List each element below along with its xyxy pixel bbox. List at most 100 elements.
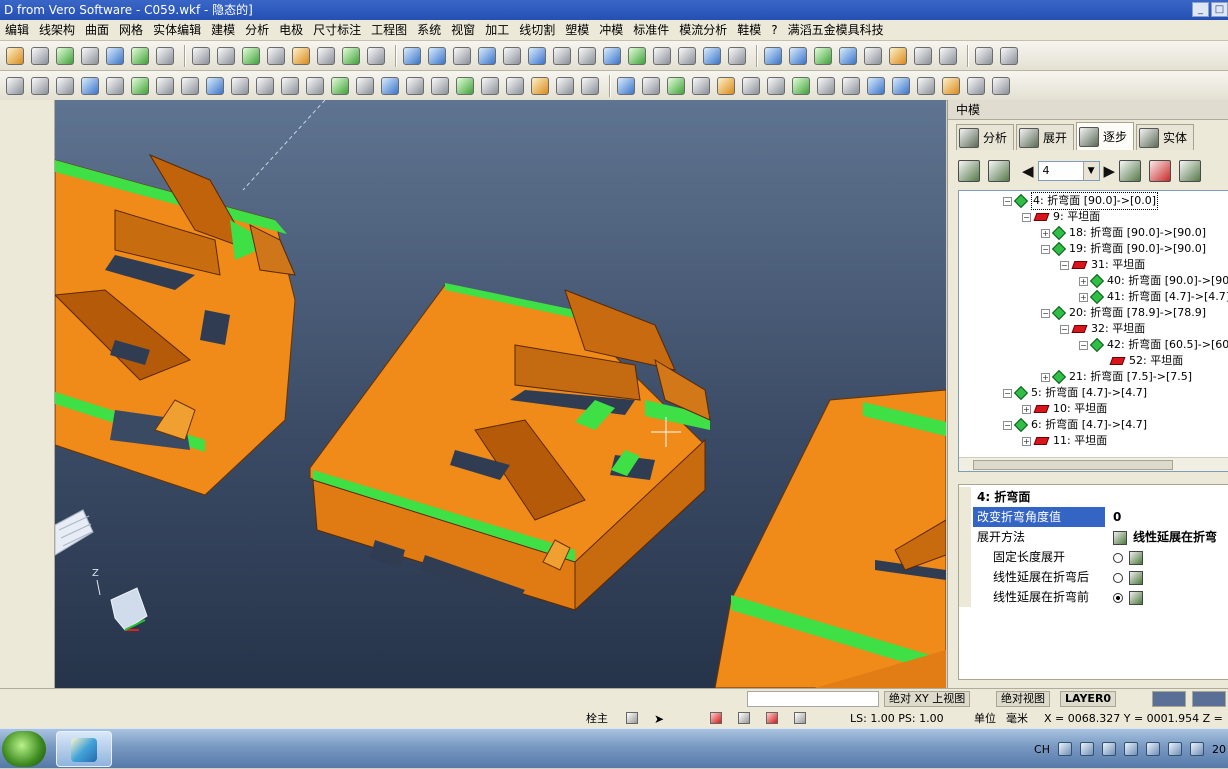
- toolbar-tool-icon[interactable]: [975, 46, 993, 65]
- step-back-icon[interactable]: [988, 160, 1010, 182]
- menu-item[interactable]: 曲面: [80, 20, 114, 41]
- step-forward-icon[interactable]: [1119, 160, 1142, 182]
- step-options-icon[interactable]: [1179, 160, 1202, 182]
- toolbar-tool-icon[interactable]: [942, 76, 960, 95]
- prop-header-row[interactable]: 4: 折弯面: [959, 487, 1228, 507]
- toolbar-tool-icon[interactable]: [503, 46, 521, 65]
- model-canvas[interactable]: Z: [55, 100, 946, 688]
- expand-icon[interactable]: +: [1079, 276, 1088, 286]
- snap-off-icon[interactable]: [710, 712, 722, 724]
- unit-value[interactable]: 毫米: [1006, 711, 1028, 727]
- tree-node[interactable]: +11: 平坦面: [1022, 433, 1107, 449]
- volume-icon[interactable]: [1190, 742, 1204, 756]
- toolbar-tool-icon[interactable]: [767, 76, 785, 95]
- toolbar-tool-icon[interactable]: [131, 76, 149, 95]
- tree-node[interactable]: − 20: 折弯面 [78.9]->[78.9]: [1041, 305, 1206, 321]
- flag-icon[interactable]: [1102, 742, 1116, 756]
- option-radio-2[interactable]: [1113, 592, 1123, 603]
- maximize-button[interactable]: □: [1211, 2, 1228, 17]
- expand-icon[interactable]: +: [1079, 292, 1088, 302]
- menu-item[interactable]: ?: [766, 20, 782, 41]
- tree-node[interactable]: − 31: 平坦面: [1060, 257, 1145, 273]
- network-icon[interactable]: [1168, 742, 1182, 756]
- tab-step[interactable]: 逐步: [1076, 122, 1135, 150]
- step-select[interactable]: 4 ▼: [1037, 161, 1100, 181]
- expand-icon[interactable]: +: [1041, 372, 1050, 382]
- collapse-icon[interactable]: −: [1079, 340, 1088, 350]
- expand-icon[interactable]: +: [1022, 404, 1031, 414]
- toolbar-tool-icon[interactable]: [892, 76, 910, 95]
- toolbar-tool-icon[interactable]: [839, 46, 857, 65]
- toolbar-tool-icon[interactable]: [317, 46, 335, 65]
- tree-node[interactable]: +18: 折弯面 [90.0]->[90.0]: [1041, 225, 1206, 241]
- toolbar-tool-icon[interactable]: [403, 46, 421, 65]
- toolbar-tool-icon[interactable]: [967, 76, 985, 95]
- toolbar-tool-icon[interactable]: [817, 76, 835, 95]
- toolbar-tool-icon[interactable]: [603, 46, 621, 65]
- menu-item[interactable]: 视窗: [446, 20, 480, 41]
- grid-icon[interactable]: [626, 712, 638, 724]
- toolbar-tool-icon[interactable]: [306, 76, 324, 95]
- toolbar-tool-icon[interactable]: [528, 46, 546, 65]
- toolbar-tool-icon[interactable]: [617, 76, 635, 95]
- tab-solid[interactable]: 实体: [1136, 124, 1195, 150]
- toolbar-tool-icon[interactable]: [678, 46, 696, 65]
- toolbar-tool-icon[interactable]: [1000, 46, 1018, 65]
- toolbar-tool-icon[interactable]: [453, 46, 471, 65]
- tree-node[interactable]: +10: 平坦面: [1022, 401, 1107, 417]
- menu-item[interactable]: 系统: [412, 20, 446, 41]
- collapse-icon[interactable]: −: [1041, 244, 1050, 254]
- menu-item[interactable]: 标准件: [628, 20, 674, 41]
- tree-node[interactable]: − 19: 折弯面 [90.0]->[90.0]: [1041, 241, 1206, 257]
- toolbar-tool-icon[interactable]: [478, 46, 496, 65]
- toolbar-tool-icon[interactable]: [481, 76, 499, 95]
- toolbar-tool-icon[interactable]: [106, 46, 124, 65]
- menu-item[interactable]: 线架构: [34, 20, 80, 41]
- chevron-down-icon[interactable]: ▼: [1082, 162, 1099, 180]
- menu-item[interactable]: 冲模: [594, 20, 628, 41]
- color-swatch[interactable]: [1192, 691, 1226, 707]
- color-swatch[interactable]: [1152, 691, 1186, 707]
- toolbar-tool-icon[interactable]: [6, 76, 24, 95]
- toolbar-tool-icon[interactable]: [914, 46, 932, 65]
- toolbar-tool-icon[interactable]: [842, 76, 860, 95]
- menu-item[interactable]: 编辑: [0, 20, 34, 41]
- collapse-icon[interactable]: −: [1003, 196, 1012, 206]
- filter-icon[interactable]: [766, 712, 778, 724]
- menu-item[interactable]: 加工: [480, 20, 514, 41]
- tab-unfold[interactable]: 展开: [1016, 124, 1075, 150]
- shield-icon[interactable]: [1124, 742, 1138, 756]
- toolbar-tool-icon[interactable]: [181, 76, 199, 95]
- command-input[interactable]: [747, 691, 879, 707]
- tree-node[interactable]: 52: 平坦面: [1098, 353, 1183, 369]
- toolbar-tool-icon[interactable]: [792, 76, 810, 95]
- toolbar-tool-icon[interactable]: [231, 76, 249, 95]
- collapse-icon[interactable]: −: [1060, 260, 1069, 270]
- toolbar-tool-icon[interactable]: [81, 46, 99, 65]
- scrollbar-thumb[interactable]: [973, 460, 1173, 470]
- layer-icon[interactable]: [738, 712, 750, 724]
- toolbar-tool-icon[interactable]: [192, 46, 210, 65]
- menu-item[interactable]: 网格: [114, 20, 148, 41]
- tree-node[interactable]: − 42: 折弯面 [60.5]->[60: [1079, 337, 1228, 353]
- prop-option-row[interactable]: 线性延展在折弯前: [959, 587, 1228, 607]
- toolbar-tool-icon[interactable]: [81, 76, 99, 95]
- toolbar-tool-icon[interactable]: [506, 76, 524, 95]
- toolbar-tool-icon[interactable]: [56, 46, 74, 65]
- expand-icon[interactable]: +: [1041, 228, 1050, 238]
- toolbar-tool-icon[interactable]: [814, 46, 832, 65]
- toolbar-tool-icon[interactable]: [992, 76, 1010, 95]
- pointer-icon[interactable]: ➤: [654, 712, 666, 726]
- toolbar-tool-icon[interactable]: [917, 76, 935, 95]
- toolbar-tool-icon[interactable]: [356, 76, 374, 95]
- toolbar-tool-icon[interactable]: [717, 76, 735, 95]
- step-first-icon[interactable]: [958, 160, 980, 182]
- collapse-icon[interactable]: −: [1041, 308, 1050, 318]
- toolbar-tool-icon[interactable]: [406, 76, 424, 95]
- menu-item[interactable]: 线切割: [514, 20, 560, 41]
- display-icon[interactable]: [794, 712, 806, 724]
- option-radio-0[interactable]: [1113, 552, 1123, 563]
- toolbar-tool-icon[interactable]: [531, 76, 549, 95]
- tree-horizontal-scrollbar[interactable]: [959, 457, 1228, 471]
- menu-item[interactable]: 鞋模: [732, 20, 766, 41]
